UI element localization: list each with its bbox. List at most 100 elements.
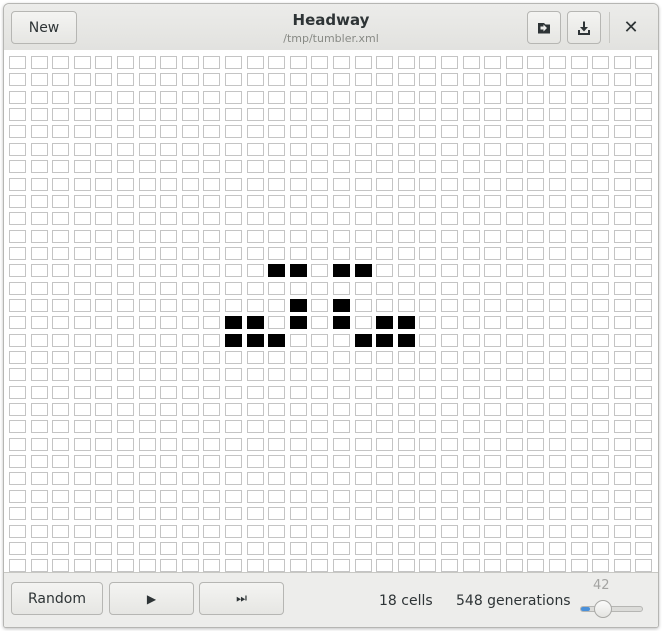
- grid-cell[interactable]: [505, 229, 523, 243]
- grid-cell[interactable]: [268, 489, 286, 503]
- grid-cell[interactable]: [613, 437, 631, 451]
- grid-cell[interactable]: [160, 507, 178, 521]
- grid-cell[interactable]: [73, 333, 91, 347]
- grid-cell[interactable]: [160, 142, 178, 156]
- grid-cell[interactable]: [95, 73, 113, 87]
- grid-cell[interactable]: [246, 472, 264, 486]
- grid-cell[interactable]: [592, 455, 610, 469]
- grid-cell[interactable]: [181, 472, 199, 486]
- grid-cell[interactable]: [484, 385, 502, 399]
- grid-cell[interactable]: [441, 108, 458, 122]
- grid-cell[interactable]: [225, 541, 242, 555]
- grid-cell[interactable]: [549, 420, 566, 434]
- grid-cell[interactable]: [462, 125, 480, 139]
- grid-cell[interactable]: [52, 177, 70, 191]
- grid-cell[interactable]: [592, 385, 610, 399]
- grid-cell[interactable]: [52, 351, 70, 364]
- grid-cell[interactable]: [397, 73, 415, 87]
- grid-cell[interactable]: [527, 472, 545, 486]
- grid-cell[interactable]: [246, 194, 264, 208]
- step-forward-button[interactable]: ⏭: [199, 582, 284, 615]
- grid-cell[interactable]: [419, 229, 437, 243]
- grid-cell[interactable]: [246, 368, 264, 382]
- grid-cell[interactable]: [9, 559, 26, 572]
- grid-cell[interactable]: [613, 385, 631, 399]
- grid-cell[interactable]: [160, 160, 178, 174]
- grid-cell[interactable]: [462, 489, 480, 503]
- grid-cell[interactable]: [333, 177, 350, 191]
- grid-cell[interactable]: [225, 351, 242, 364]
- grid-cell[interactable]: [527, 368, 545, 382]
- grid-cell[interactable]: [527, 298, 545, 312]
- grid-cell[interactable]: [484, 212, 502, 226]
- grid-cell[interactable]: [289, 524, 307, 538]
- grid-cell[interactable]: [203, 507, 221, 521]
- grid-cell[interactable]: [181, 385, 199, 399]
- grid-cell[interactable]: [203, 541, 221, 555]
- grid-cell[interactable]: [613, 246, 631, 260]
- grid-cell[interactable]: [9, 316, 26, 330]
- grid-cell[interactable]: [505, 351, 523, 364]
- grid-cell[interactable]: [397, 472, 415, 486]
- grid-cell[interactable]: [246, 524, 264, 538]
- grid-cell[interactable]: [9, 281, 26, 295]
- grid-cell[interactable]: [311, 489, 329, 503]
- grid-cell[interactable]: [354, 212, 372, 226]
- grid-cell[interactable]: [333, 420, 350, 434]
- grid-cell[interactable]: [225, 177, 242, 191]
- grid-cell[interactable]: [95, 125, 113, 139]
- grid-cell[interactable]: [505, 212, 523, 226]
- grid-cell[interactable]: [73, 90, 91, 104]
- grid-cell[interactable]: [9, 472, 26, 486]
- grid-cell[interactable]: [635, 541, 653, 555]
- grid-cell[interactable]: [73, 229, 91, 243]
- grid-cell[interactable]: [462, 160, 480, 174]
- grid-cell[interactable]: [635, 142, 653, 156]
- grid-cell[interactable]: [203, 316, 221, 330]
- grid-cell[interactable]: [441, 333, 458, 347]
- grid-cell[interactable]: [592, 507, 610, 521]
- grid-cell[interactable]: [311, 524, 329, 538]
- grid-cell[interactable]: [527, 281, 545, 295]
- grid-cell[interactable]: [95, 264, 113, 278]
- grid-cell[interactable]: [203, 385, 221, 399]
- grid-cell[interactable]: [73, 125, 91, 139]
- grid-cell[interactable]: [527, 437, 545, 451]
- grid-cell[interactable]: [9, 298, 26, 312]
- grid-cell[interactable]: [138, 246, 156, 260]
- grid-cell[interactable]: [138, 177, 156, 191]
- grid-cell[interactable]: [462, 298, 480, 312]
- grid-cell[interactable]: [570, 73, 588, 87]
- grid-cell[interactable]: [592, 333, 610, 347]
- grid-cell[interactable]: [203, 246, 221, 260]
- grid-cell[interactable]: [52, 73, 70, 87]
- grid-cell[interactable]: [160, 246, 178, 260]
- grid-cell[interactable]: [160, 420, 178, 434]
- grid-cell[interactable]: [613, 160, 631, 174]
- grid-cell[interactable]: [635, 246, 653, 260]
- grid-cell[interactable]: [354, 403, 372, 416]
- grid-cell[interactable]: [225, 281, 242, 295]
- grid-cell[interactable]: [333, 368, 350, 382]
- grid-cell[interactable]: [441, 403, 458, 416]
- grid-cell[interactable]: [289, 489, 307, 503]
- grid-cell[interactable]: [160, 351, 178, 364]
- grid-cell[interactable]: [225, 90, 242, 104]
- grid-cell[interactable]: [117, 333, 134, 347]
- grid-cell[interactable]: [73, 56, 91, 69]
- grid-cell[interactable]: [333, 90, 350, 104]
- grid-cell[interactable]: [397, 524, 415, 538]
- grid-cell[interactable]: [30, 298, 48, 312]
- grid-cell[interactable]: [225, 56, 242, 69]
- grid-cell[interactable]: [311, 507, 329, 521]
- grid-cell[interactable]: [73, 472, 91, 486]
- grid-cell[interactable]: [613, 56, 631, 69]
- grid-cell[interactable]: [527, 160, 545, 174]
- grid-cell-alive[interactable]: [333, 316, 350, 330]
- grid-cell[interactable]: [549, 333, 566, 347]
- grid-cell[interactable]: [95, 333, 113, 347]
- grid-cell[interactable]: [73, 316, 91, 330]
- grid-cell[interactable]: [160, 403, 178, 416]
- grid-cell[interactable]: [592, 437, 610, 451]
- grid-cell[interactable]: [635, 125, 653, 139]
